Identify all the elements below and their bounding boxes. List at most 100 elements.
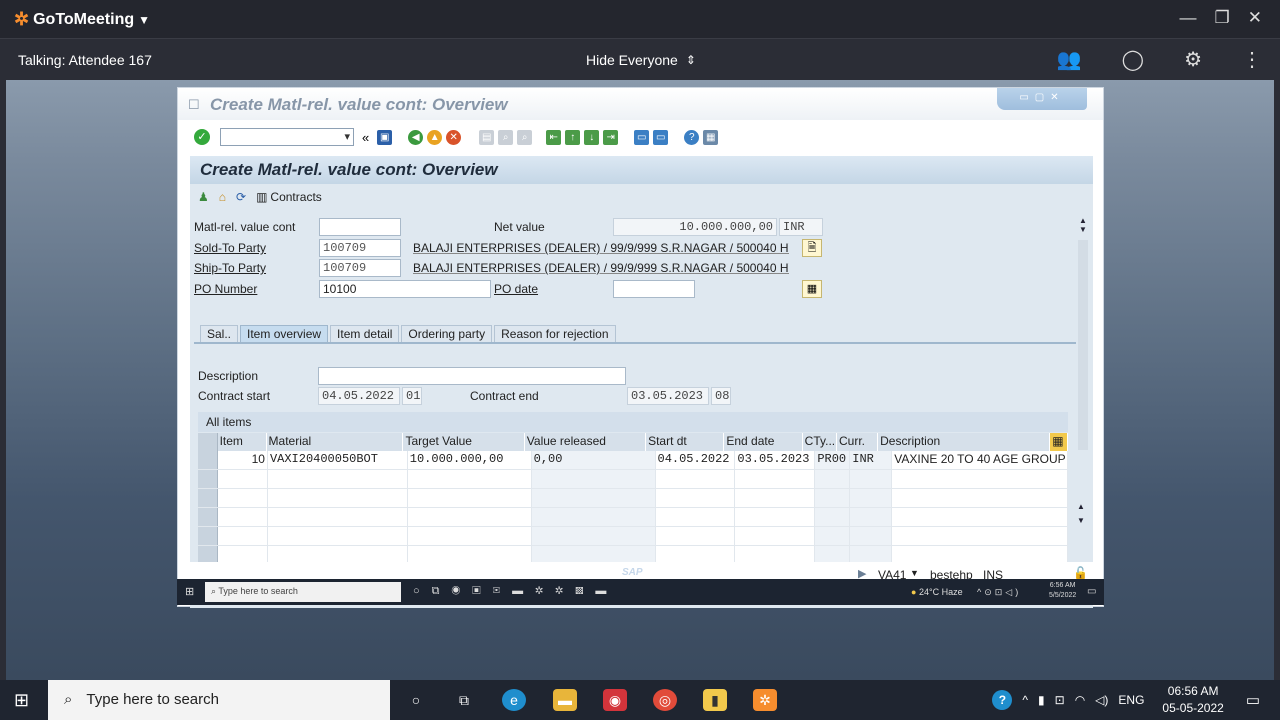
ship-to-input[interactable]: 100709 (319, 259, 401, 277)
select-all-cell[interactable] (198, 433, 218, 451)
header-icon[interactable]: ⌂ (219, 190, 226, 204)
table-cell[interactable] (218, 489, 268, 507)
back-icon[interactable]: ◀ (408, 129, 424, 145)
table-cell[interactable]: 03.05.2023 (735, 451, 816, 469)
attendees-icon[interactable]: 👥 (1057, 47, 1082, 72)
table-settings-icon[interactable]: ▦ (1050, 433, 1068, 451)
table-cell[interactable] (268, 489, 408, 507)
table-cell[interactable] (815, 527, 851, 545)
camera-app-icon[interactable]: ◉ (603, 689, 627, 711)
language-indicator[interactable]: ENG (1118, 693, 1144, 707)
file-explorer-icon[interactable]: ▬ (553, 689, 577, 711)
cancel-icon[interactable]: ✕ (446, 129, 462, 145)
save-icon[interactable]: ▣ (377, 129, 393, 145)
windows-start-icon[interactable]: ⊞ (185, 585, 194, 598)
table-cell[interactable] (218, 527, 268, 545)
table-cell[interactable] (268, 470, 408, 488)
taskbar-search-box[interactable]: ⌕ Type here to search (48, 680, 390, 720)
column-header[interactable]: Value released (525, 433, 647, 451)
column-header[interactable]: Material (267, 433, 404, 451)
gear-icon[interactable]: ⚙ (1184, 47, 1202, 72)
column-header[interactable]: Curr. (837, 433, 879, 451)
table-cell[interactable]: 10.000.000,00 (408, 451, 532, 469)
table-cell[interactable]: VAXI20400050BOT (268, 451, 408, 469)
ship-to-label[interactable]: Ship-To Party (194, 261, 266, 275)
table-cell[interactable]: PR00 (815, 451, 851, 469)
po-number-label[interactable]: PO Number (194, 282, 257, 296)
table-cell[interactable] (850, 508, 893, 526)
tab-item-overview[interactable]: Item overview (240, 325, 329, 343)
find-next-icon[interactable]: ⌕ (517, 129, 533, 145)
table-cell[interactable] (850, 527, 893, 545)
column-header[interactable]: CTy... (803, 433, 837, 451)
column-header[interactable]: Item (218, 433, 267, 451)
person-icon[interactable]: ♟ (198, 190, 209, 204)
table-cell[interactable] (850, 470, 893, 488)
sold-to-label[interactable]: Sold-To Party (194, 241, 266, 255)
table-cell[interactable] (892, 470, 1069, 488)
table-cell[interactable] (850, 489, 893, 507)
chrome-icon[interactable]: ◎ (653, 689, 677, 711)
double-chevron-left-icon[interactable]: « (362, 130, 369, 145)
cortana-icon[interactable]: ○ (404, 689, 428, 711)
po-date-label[interactable]: PO date (494, 282, 538, 296)
table-cell[interactable]: INR (850, 451, 893, 469)
shared-search-box[interactable]: ⌕ Type here to search (205, 582, 401, 602)
table-cell[interactable] (815, 470, 851, 488)
vertical-scrollbar[interactable]: ▲ ▼ ▲ ▼ (1077, 216, 1089, 606)
lock-icon[interactable]: 🔓 (1073, 566, 1088, 580)
table-cell[interactable] (268, 527, 408, 545)
table-cell[interactable] (815, 489, 851, 507)
previous-page-icon[interactable]: ↑ (565, 129, 581, 145)
row-selector[interactable] (198, 508, 218, 526)
table-cell[interactable] (408, 527, 532, 545)
column-header[interactable]: Target Value (403, 433, 525, 451)
table-cell[interactable] (531, 527, 656, 545)
calendar-icon[interactable]: ▦ (802, 280, 822, 298)
chat-icon[interactable]: ◯ (1122, 47, 1144, 72)
find-icon[interactable]: ⌕ (498, 129, 514, 145)
tab-sal[interactable]: Sal.. (200, 325, 239, 343)
table-cell[interactable] (735, 489, 816, 507)
column-header[interactable]: Description (878, 433, 1051, 451)
table-cell[interactable] (218, 508, 268, 526)
table-cell[interactable] (735, 527, 816, 545)
table-cell[interactable] (531, 470, 656, 488)
row-selector[interactable] (198, 489, 218, 507)
po-date-input[interactable] (613, 280, 695, 298)
help-icon[interactable]: ? (992, 690, 1013, 710)
table-cell[interactable] (815, 508, 851, 526)
table-cell[interactable] (408, 508, 532, 526)
layout-menu-icon[interactable]: ▦ (703, 129, 719, 145)
table-row[interactable] (198, 508, 1069, 527)
enter-check-icon[interactable]: ✓ (194, 129, 210, 145)
table-row[interactable] (198, 470, 1069, 489)
row-selector[interactable] (198, 451, 218, 469)
chevron-up-icon[interactable]: ^ (1022, 693, 1028, 707)
windows-start-icon[interactable]: ⊞ (14, 690, 29, 711)
chevron-down-icon[interactable]: ▼ (910, 568, 919, 578)
matl-rel-input[interactable] (319, 218, 401, 236)
close-icon[interactable]: ✕ (1248, 8, 1262, 28)
shortcut-icon[interactable]: ▭ (653, 129, 669, 145)
next-page-icon[interactable]: ↓ (584, 129, 600, 145)
tab-ordering-party[interactable]: Ordering party (401, 325, 493, 343)
contracts-button[interactable]: ▥ Contracts (256, 190, 322, 204)
minimize-icon[interactable]: — (1180, 8, 1197, 28)
clock[interactable]: 06:56 AM 05-05-2022 (1162, 683, 1223, 717)
last-page-icon[interactable]: ⇥ (603, 129, 619, 145)
notification-icon[interactable]: ▭ (1087, 586, 1096, 597)
column-header[interactable]: End date (724, 433, 803, 451)
sap-window-controls[interactable]: ▭▢✕ (997, 88, 1087, 110)
table-row[interactable] (198, 527, 1069, 546)
table-row[interactable] (198, 489, 1069, 508)
table-cell[interactable] (892, 489, 1069, 507)
edge-icon[interactable]: e (502, 689, 526, 711)
table-cell[interactable] (656, 527, 736, 545)
table-cell[interactable] (656, 508, 736, 526)
notification-icon[interactable]: ▭ (1246, 691, 1260, 709)
table-cell[interactable] (218, 470, 268, 488)
table-cell[interactable] (735, 470, 816, 488)
tab-item-detail[interactable]: Item detail (330, 325, 400, 343)
table-cell[interactable] (735, 508, 816, 526)
